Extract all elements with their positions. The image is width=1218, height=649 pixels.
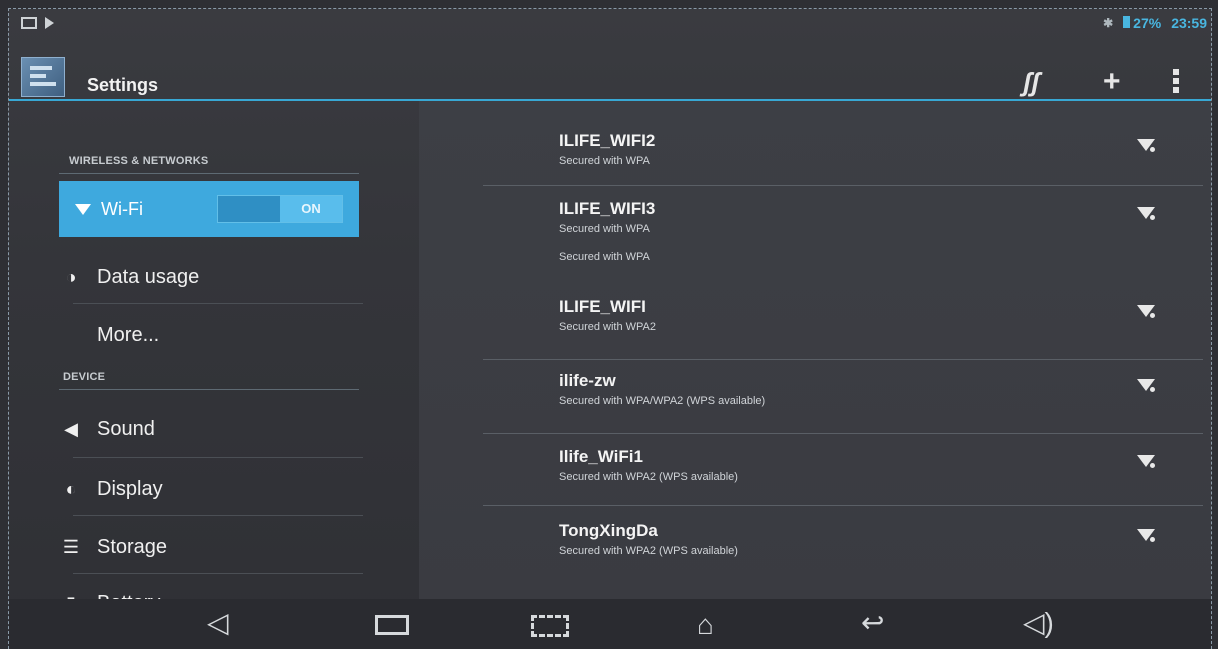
sidebar-item-label: More...	[97, 323, 160, 346]
network-ssid: TongXingDa	[559, 521, 658, 540]
sidebar-item-label: Storage	[97, 535, 168, 558]
screenshot-icon	[21, 17, 37, 29]
wifi-signal-icon	[1137, 207, 1155, 220]
wifi-icon	[75, 203, 91, 215]
sidebar-item-storage[interactable]: ☰ Storage	[59, 519, 359, 575]
network-ssid: ILIFE_WIFI3	[559, 199, 656, 218]
divider	[483, 185, 1203, 186]
network-ssid: ILIFE_WIFI2	[559, 131, 656, 150]
wifi-signal-icon	[1137, 529, 1155, 542]
sidebar-item-label: Wi-Fi	[101, 198, 143, 219]
divider	[483, 505, 1203, 506]
divider	[73, 457, 363, 458]
action-bar: Settings ʃʃ +	[9, 39, 1211, 101]
wifi-toggle[interactable]: ON	[217, 195, 343, 223]
network-security: Secured with WPA	[559, 223, 650, 235]
wifi-signal-icon	[1137, 455, 1155, 468]
network-item[interactable]: TongXingDa Secured with WPA2 (WPS availa…	[559, 521, 1179, 581]
pie-icon: ◑	[65, 266, 77, 287]
network-security: Secured with WPA2 (WPS available)	[559, 545, 738, 557]
wps-button[interactable]: ʃʃ	[1023, 69, 1040, 95]
network-security: Secured with WPA	[559, 251, 650, 263]
sidebar-item-label: Sound	[97, 417, 155, 440]
network-item[interactable]: ILIFE_WIFI3 Secured with WPA	[559, 199, 1179, 259]
network-item[interactable]: ilife-zw Secured with WPA/WPA2 (WPS avai…	[559, 371, 1179, 431]
section-divider	[59, 389, 359, 390]
add-network-button[interactable]: +	[1103, 67, 1121, 97]
recent-apps-button[interactable]	[375, 615, 409, 635]
battery-indicator: 27%	[1123, 15, 1161, 31]
divider	[73, 303, 363, 304]
network-item[interactable]: ILIFE_WIFI2 Secured with WPA	[559, 131, 1179, 191]
bluetooth-icon: ✱	[1103, 16, 1114, 30]
settings-sidebar: WIRELESS & NETWORKS Wi-Fi ON ◑ Data usag…	[9, 101, 419, 614]
network-security: Secured with WPA2	[559, 321, 657, 333]
toggle-off-side	[218, 196, 280, 222]
volume-down-button[interactable]: ◁	[207, 609, 229, 637]
page-title: Settings	[87, 75, 159, 95]
section-header-device: DEVICE	[63, 371, 106, 383]
clock: 23:59	[1171, 15, 1207, 31]
sidebar-item-sound[interactable]: ◀ Sound	[59, 401, 359, 457]
speaker-icon: ◀	[64, 418, 78, 439]
overflow-menu-button[interactable]	[1173, 69, 1179, 96]
sidebar-item-label: Data usage	[97, 265, 200, 288]
divider	[483, 359, 1203, 360]
battery-percent: 27%	[1133, 15, 1162, 31]
sidebar-item-wifi[interactable]: Wi-Fi ON	[59, 181, 359, 237]
settings-app-icon[interactable]	[21, 57, 65, 97]
wifi-network-list: ILIFE_WIFI2 Secured with WPA ILIFE_WIFI3…	[419, 101, 1211, 601]
network-security: Secured with WPA	[559, 155, 650, 167]
divider	[73, 515, 363, 516]
navigation-bar: ◁ ⌂ ↩ ◁)	[9, 599, 1211, 649]
wifi-signal-icon	[1137, 305, 1155, 318]
divider	[483, 433, 1203, 434]
wifi-signal-icon	[1137, 379, 1155, 392]
wifi-signal-icon	[1137, 139, 1155, 152]
section-divider	[59, 173, 359, 174]
network-security: Secured with WPA2 (WPS available)	[559, 471, 738, 483]
screenshot-button[interactable]	[531, 615, 569, 637]
network-ssid: ilife-zw	[559, 371, 616, 390]
sidebar-item-label: Display	[97, 477, 163, 500]
sidebar-item-more[interactable]: More...	[59, 307, 359, 363]
volume-up-button[interactable]: ◁)	[1023, 609, 1054, 637]
display-icon: ◐	[65, 478, 77, 499]
network-security: Secured with WPA/WPA2 (WPS available)	[559, 395, 766, 407]
network-ssid: ILIFE_WIFI	[559, 297, 646, 316]
play-icon	[45, 17, 54, 29]
section-header-wireless: WIRELESS & NETWORKS	[69, 155, 209, 167]
network-ssid: Ilife_WiFi1	[559, 447, 643, 466]
sidebar-item-data-usage[interactable]: ◑ Data usage	[59, 249, 359, 305]
back-button[interactable]: ↩	[861, 609, 884, 637]
home-button[interactable]: ⌂	[697, 611, 714, 639]
status-bar: ✱ 27% 23:59	[9, 9, 1211, 39]
network-item[interactable]: Ilife_WiFi1 Secured with WPA2 (WPS avail…	[559, 447, 1179, 507]
sidebar-item-display[interactable]: ◐ Display	[59, 461, 359, 517]
storage-icon: ☰	[62, 536, 80, 557]
divider	[73, 573, 363, 574]
screen: ✱ 27% 23:59 Settings ʃʃ + WIRELESS & NET…	[8, 8, 1212, 649]
network-item[interactable]: ILIFE_WIFI Secured with WPA2	[559, 297, 1179, 357]
toggle-on-label: ON	[280, 196, 342, 222]
